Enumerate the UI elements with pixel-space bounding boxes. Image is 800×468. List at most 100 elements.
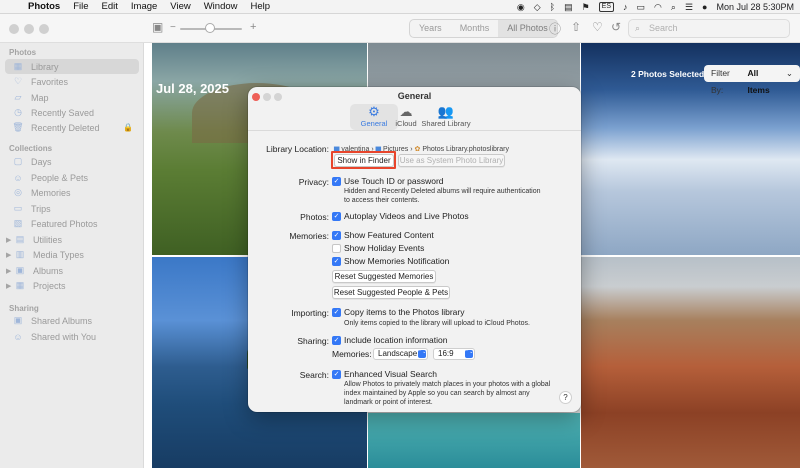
sidebar-item-projects[interactable]: ▶ ▦ Projects	[5, 278, 139, 293]
sidebar-item-label: People & Pets	[31, 172, 89, 183]
sidebar-item-recently-deleted[interactable]: 🗑 Recently Deleted 🔒	[5, 120, 139, 135]
menu-window[interactable]: Window	[204, 1, 238, 12]
status-area: ◉ ◇ ᛒ ▤ ⚑ ES ♪ ▭ ◠ ⌕ ☰ ● Mon Jul 28 5:30…	[517, 0, 794, 14]
info-icon[interactable]: ⓘ	[549, 20, 561, 37]
menu-image[interactable]: Image	[131, 1, 157, 12]
path-segment: Photos Library.photoslibrary	[422, 146, 509, 153]
sidebar-item-albums[interactable]: ▶ ▣ Albums	[5, 263, 139, 278]
date-heading: Jul 28, 2025	[156, 81, 229, 96]
search-field[interactable]: ⌕ Search	[628, 19, 790, 38]
share-icon[interactable]: ⇧	[571, 20, 581, 34]
close-button[interactable]	[9, 24, 19, 34]
include-location-checkbox[interactable]: ✓	[332, 336, 341, 345]
sidebar-item-utilities[interactable]: ▶ ▤ Utilities	[5, 232, 139, 247]
reset-people-pets-button[interactable]: Reset Suggested People & Pets	[332, 286, 450, 299]
reset-memories-button[interactable]: Reset Suggested Memories	[332, 270, 436, 283]
sidebar-item-shared-albums[interactable]: ▣ Shared Albums	[5, 313, 139, 328]
sidebar-item-favorites[interactable]: ♡ Favorites	[5, 74, 139, 89]
chevron-right-icon[interactable]: ▶	[6, 282, 12, 290]
sidebar-item-label: Recently Saved	[31, 107, 95, 118]
toolbar: ▣ − + Years Months All Photos ⓘ ⇧ ♡ ↺ ⌕ …	[0, 14, 800, 43]
favorite-heart-icon[interactable]: ♡	[592, 20, 603, 34]
clipboard-icon[interactable]: ▤	[564, 2, 573, 13]
person-icon: ☺	[13, 172, 23, 183]
menu-file[interactable]: File	[73, 1, 88, 12]
segment-all-photos[interactable]: All Photos	[498, 20, 557, 37]
aspect-ratio-popup[interactable]: 16:9 ⌃⌄	[433, 348, 475, 360]
settings-dialog: General ⚙ General ☁ iCloud 👥 Shared Libr…	[248, 87, 581, 412]
sidebar-item-people-pets[interactable]: ☺ People & Pets	[5, 170, 139, 185]
chevron-updown-icon: ⌃⌄	[465, 350, 473, 358]
zoom-button[interactable]	[39, 24, 49, 34]
flag-icon[interactable]: ⚑	[582, 2, 590, 13]
privacy-label: Privacy:	[298, 177, 329, 187]
sidebar-item-media-types[interactable]: ▶ ▥ Media Types	[5, 247, 139, 262]
photo-thumbnail[interactable]	[368, 413, 580, 468]
memories-icon: ◎	[14, 187, 22, 197]
bluetooth-icon[interactable]: ᛒ	[550, 2, 555, 12]
sidebar-item-label: Map	[31, 92, 49, 103]
dropbox-icon[interactable]: ◇	[534, 2, 541, 13]
enhanced-visual-search-checkbox[interactable]: ✓	[332, 370, 341, 379]
control-center-icon[interactable]: ☰	[685, 2, 693, 13]
projects-icon: ▦	[15, 280, 25, 290]
suitcase-icon: ▭	[13, 203, 23, 213]
chevron-right-icon[interactable]: ▶	[6, 251, 12, 259]
orientation-popup[interactable]: Landscape ⌃⌄	[373, 348, 428, 360]
chevron-right-icon[interactable]: ▶	[6, 236, 12, 244]
chevron-updown-icon: ⌃⌄	[418, 350, 426, 358]
menu-clock[interactable]: Mon Jul 28 5:30PM	[716, 2, 794, 12]
featured-content-checkbox[interactable]: ✓	[332, 231, 341, 240]
volume-icon[interactable]: ♪	[623, 2, 628, 12]
sidebar-section-photos: Photos	[9, 48, 37, 57]
sidebar-item-label: Library	[31, 61, 59, 72]
tab-shared-library[interactable]: 👥 Shared Library	[421, 104, 471, 128]
sidebar-item-memories[interactable]: ◎ Memories	[5, 185, 139, 200]
holiday-events-checkbox[interactable]	[332, 244, 341, 253]
segment-months[interactable]: Months	[451, 20, 499, 37]
help-button[interactable]: ?	[559, 391, 572, 404]
menu-view[interactable]: View	[170, 1, 190, 12]
segment-years[interactable]: Years	[410, 20, 451, 37]
minimize-button[interactable]	[24, 24, 34, 34]
spotlight-icon[interactable]: ⌕	[671, 2, 676, 13]
zoom-out-icon[interactable]: −	[170, 22, 176, 33]
sidebar-item-trips[interactable]: ▭ Trips	[5, 201, 139, 216]
photo-thumbnail[interactable]	[581, 257, 800, 468]
library-icon: ▦	[13, 61, 23, 71]
menu-edit[interactable]: Edit	[102, 1, 118, 12]
clock-icon: ◷	[14, 107, 22, 117]
filter-by-button[interactable]: Filter By: All Items ⌄	[704, 65, 800, 95]
memories-notification-checkbox[interactable]: ✓	[332, 257, 341, 266]
touch-id-checkbox[interactable]: ✓	[332, 177, 341, 186]
siri-icon[interactable]: ●	[702, 2, 707, 12]
wifi-icon[interactable]: ◠	[654, 2, 662, 13]
use-as-system-library-button[interactable]: Use as System Photo Library	[398, 154, 505, 167]
sidebar-item-days[interactable]: ▢ Days	[5, 154, 139, 169]
sidebar-item-recently-saved[interactable]: ◷ Recently Saved	[5, 105, 139, 120]
app-menu[interactable]: Photos	[28, 1, 60, 12]
touch-id-option: Use Touch ID or password	[344, 176, 444, 186]
sidebar-item-shared-with-you[interactable]: ☺ Shared with You	[5, 329, 139, 344]
zoom-slider-knob[interactable]	[205, 23, 215, 33]
autoplay-option: Autoplay Videos and Live Photos	[344, 211, 469, 221]
autoplay-checkbox[interactable]: ✓	[332, 212, 341, 221]
enhanced-visual-search-option: Enhanced Visual Search	[344, 369, 437, 379]
sidebar-item-library[interactable]: ▦ Library	[5, 59, 139, 74]
calendar-icon: ▢	[13, 156, 23, 166]
orientation-value: Landscape	[378, 349, 418, 358]
sidebar-toggle-icon[interactable]: ▣	[152, 20, 163, 34]
sidebar-item-map[interactable]: ▱ Map	[5, 90, 139, 105]
memories-notification-option: Show Memories Notification	[344, 256, 450, 266]
zoom-in-icon[interactable]: +	[250, 21, 256, 33]
battery-icon[interactable]: ▭	[637, 2, 646, 13]
search-label: Search:	[299, 370, 329, 380]
keyboard-input-icon[interactable]: ES	[598, 2, 615, 12]
chevron-right-icon[interactable]: ▶	[6, 267, 12, 275]
copy-items-checkbox[interactable]: ✓	[332, 308, 341, 317]
rotate-icon[interactable]: ↺	[611, 20, 621, 34]
record-icon[interactable]: ◉	[517, 2, 525, 13]
sidebar-item-label: Trips	[31, 203, 51, 214]
menu-help[interactable]: Help	[251, 1, 271, 12]
sidebar-item-featured-photos[interactable]: ▧ Featured Photos	[5, 216, 139, 231]
